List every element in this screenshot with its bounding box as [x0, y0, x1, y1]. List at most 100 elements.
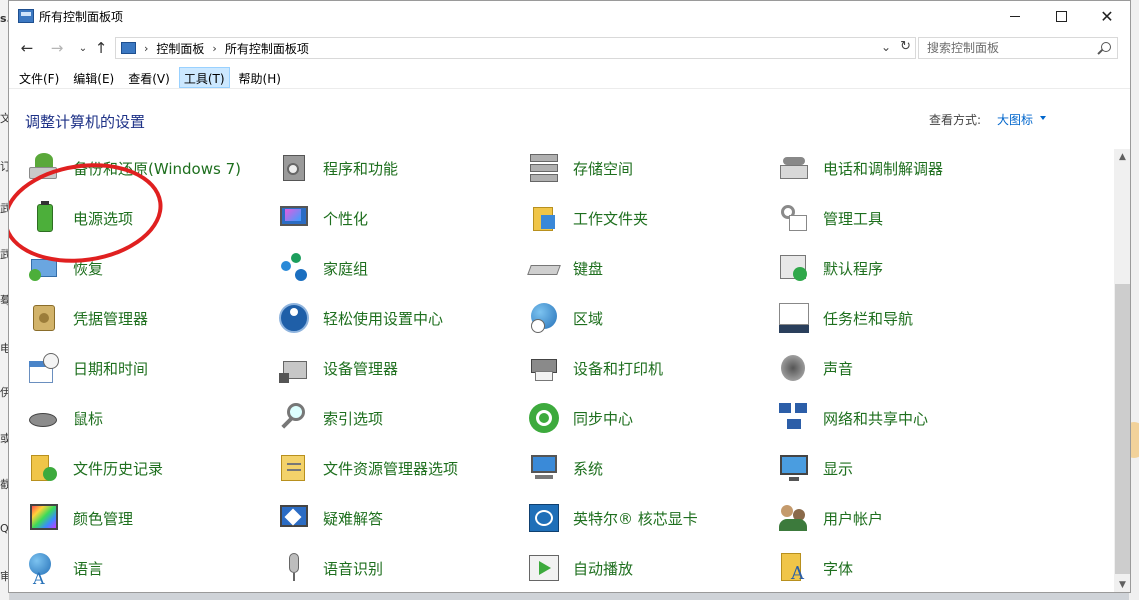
indexing-options-icon: [277, 401, 311, 435]
item-color-management[interactable]: 颜色管理: [27, 498, 133, 538]
forward-arrow-icon[interactable]: →: [47, 38, 67, 58]
menu-tools[interactable]: 工具(T): [178, 67, 230, 88]
network-sharing-icon: [777, 401, 811, 435]
refresh-icon[interactable]: ↻: [900, 39, 911, 54]
scroll-up-icon[interactable]: ▲: [1114, 149, 1130, 166]
item-speech-recognition[interactable]: 语音识别: [277, 548, 383, 588]
sync-center-icon: [527, 401, 561, 435]
item-region[interactable]: 区域: [527, 298, 603, 338]
view-by-label: 查看方式:: [929, 113, 982, 127]
devices-printers-icon: [527, 351, 561, 385]
view-by-dropdown[interactable]: 大图标: [997, 111, 1033, 128]
item-credential-manager[interactable]: 凭据管理器: [27, 298, 148, 338]
keyboard-icon: [527, 251, 561, 285]
breadcrumb-control-panel[interactable]: 控制面板: [156, 40, 204, 57]
item-storage-spaces[interactable]: 存储空间: [527, 148, 633, 188]
item-device-manager[interactable]: 设备管理器: [277, 348, 398, 388]
menu-view[interactable]: 查看(V): [123, 67, 175, 88]
menu-file[interactable]: 文件(F): [14, 67, 64, 88]
item-personalization[interactable]: 个性化: [277, 198, 368, 238]
autoplay-icon: [527, 551, 561, 585]
color-management-icon: [27, 501, 61, 535]
menu-edit[interactable]: 编辑(E): [68, 67, 119, 88]
item-sync-center[interactable]: 同步中心: [527, 398, 633, 438]
work-folders-icon: [527, 201, 561, 235]
item-homegroup[interactable]: 家庭组: [277, 248, 368, 288]
page-title: 调整计算机的设置: [25, 113, 146, 131]
item-fonts[interactable]: A 字体: [777, 548, 853, 588]
minimize-button[interactable]: [992, 1, 1038, 32]
search-box[interactable]: [918, 37, 1118, 59]
item-programs-features[interactable]: 程序和功能: [277, 148, 398, 188]
back-arrow-icon[interactable]: ←: [17, 38, 37, 58]
sound-icon: [777, 351, 811, 385]
date-time-icon: [27, 351, 61, 385]
item-devices-printers[interactable]: 设备和打印机: [527, 348, 663, 388]
maximize-button[interactable]: [1038, 1, 1084, 32]
item-keyboard[interactable]: 键盘: [527, 248, 603, 288]
mouse-icon: [27, 401, 61, 435]
scrollbar-thumb[interactable]: [1115, 284, 1130, 574]
region-icon: [527, 301, 561, 335]
personalization-icon: [277, 201, 311, 235]
item-taskbar-navigation[interactable]: 任务栏和导航: [777, 298, 913, 338]
title-bar[interactable]: 所有控制面板项 ✕: [9, 1, 1130, 32]
scroll-down-icon[interactable]: ▼: [1114, 577, 1130, 592]
item-system[interactable]: 系统: [527, 448, 603, 488]
ease-of-access-icon: [277, 301, 311, 335]
search-input[interactable]: [927, 41, 1092, 55]
item-default-programs[interactable]: 默认程序: [777, 248, 883, 288]
item-date-time[interactable]: 日期和时间: [27, 348, 148, 388]
menu-help[interactable]: 帮助(H): [234, 67, 286, 88]
window-title: 所有控制面板项: [39, 10, 124, 24]
phone-modem-icon: [777, 151, 811, 185]
item-indexing-options[interactable]: 索引选项: [277, 398, 383, 438]
default-programs-icon: [777, 251, 811, 285]
chevron-right-icon[interactable]: ›: [144, 42, 148, 55]
menu-bar: 文件(F) 编辑(E) 查看(V) 工具(T) 帮助(H): [9, 67, 1130, 89]
breadcrumb-all-items[interactable]: 所有控制面板项: [225, 40, 309, 57]
address-dropdown-icon[interactable]: ⌄: [881, 40, 891, 54]
taskbar-icon: [777, 301, 811, 335]
programs-features-icon: [277, 151, 311, 185]
device-manager-icon: [277, 351, 311, 385]
up-arrow-icon[interactable]: ↑: [91, 38, 111, 58]
speech-recognition-icon: [277, 551, 311, 585]
credential-manager-icon: [27, 301, 61, 335]
item-file-history[interactable]: 文件历史记录: [27, 448, 163, 488]
storage-spaces-icon: [527, 151, 561, 185]
item-intel-graphics[interactable]: 英特尔® 核芯显卡: [527, 498, 698, 538]
chevron-right-icon[interactable]: ›: [212, 42, 216, 55]
vertical-scrollbar[interactable]: ▲ ▼: [1114, 149, 1130, 592]
user-accounts-icon: [777, 501, 811, 535]
language-icon: A: [27, 551, 61, 588]
item-admin-tools[interactable]: 管理工具: [777, 198, 883, 238]
item-autoplay[interactable]: 自动播放: [527, 548, 633, 588]
control-panel-items: 备份和还原(Windows 7) 程序和功能 存储空间 电话和调制解调器 电源选…: [9, 143, 1113, 592]
system-icon: [527, 451, 561, 485]
search-icon[interactable]: [1101, 42, 1111, 52]
item-ease-of-access[interactable]: 轻松使用设置中心: [277, 298, 443, 338]
intel-graphics-icon: [527, 501, 561, 535]
troubleshooting-icon: [277, 501, 311, 535]
control-panel-icon: [121, 42, 136, 54]
dropdown-caret-icon[interactable]: [1040, 116, 1046, 120]
close-button[interactable]: ✕: [1084, 1, 1130, 32]
recent-locations-chevron-icon[interactable]: ⌄: [73, 39, 93, 59]
item-mouse[interactable]: 鼠标: [27, 398, 103, 438]
address-bar[interactable]: › 控制面板 › 所有控制面板项 ⌄ ↻: [115, 37, 916, 59]
item-user-accounts[interactable]: 用户帐户: [777, 498, 883, 538]
item-network-sharing[interactable]: 网络和共享中心: [777, 398, 928, 438]
item-explorer-options[interactable]: 文件资源管理器选项: [277, 448, 458, 488]
item-phone-modem[interactable]: 电话和调制解调器: [777, 148, 943, 188]
display-icon: [777, 451, 811, 485]
fonts-icon: A: [777, 551, 811, 585]
file-history-icon: [27, 451, 61, 485]
item-display[interactable]: 显示: [777, 448, 853, 488]
item-work-folders[interactable]: 工作文件夹: [527, 198, 648, 238]
content-header: 调整计算机的设置 查看方式: 大图标: [9, 101, 1130, 141]
item-language[interactable]: A 语言: [27, 548, 103, 588]
item-sound[interactable]: 声音: [777, 348, 853, 388]
admin-tools-icon: [777, 201, 811, 235]
item-troubleshooting[interactable]: 疑难解答: [277, 498, 383, 538]
